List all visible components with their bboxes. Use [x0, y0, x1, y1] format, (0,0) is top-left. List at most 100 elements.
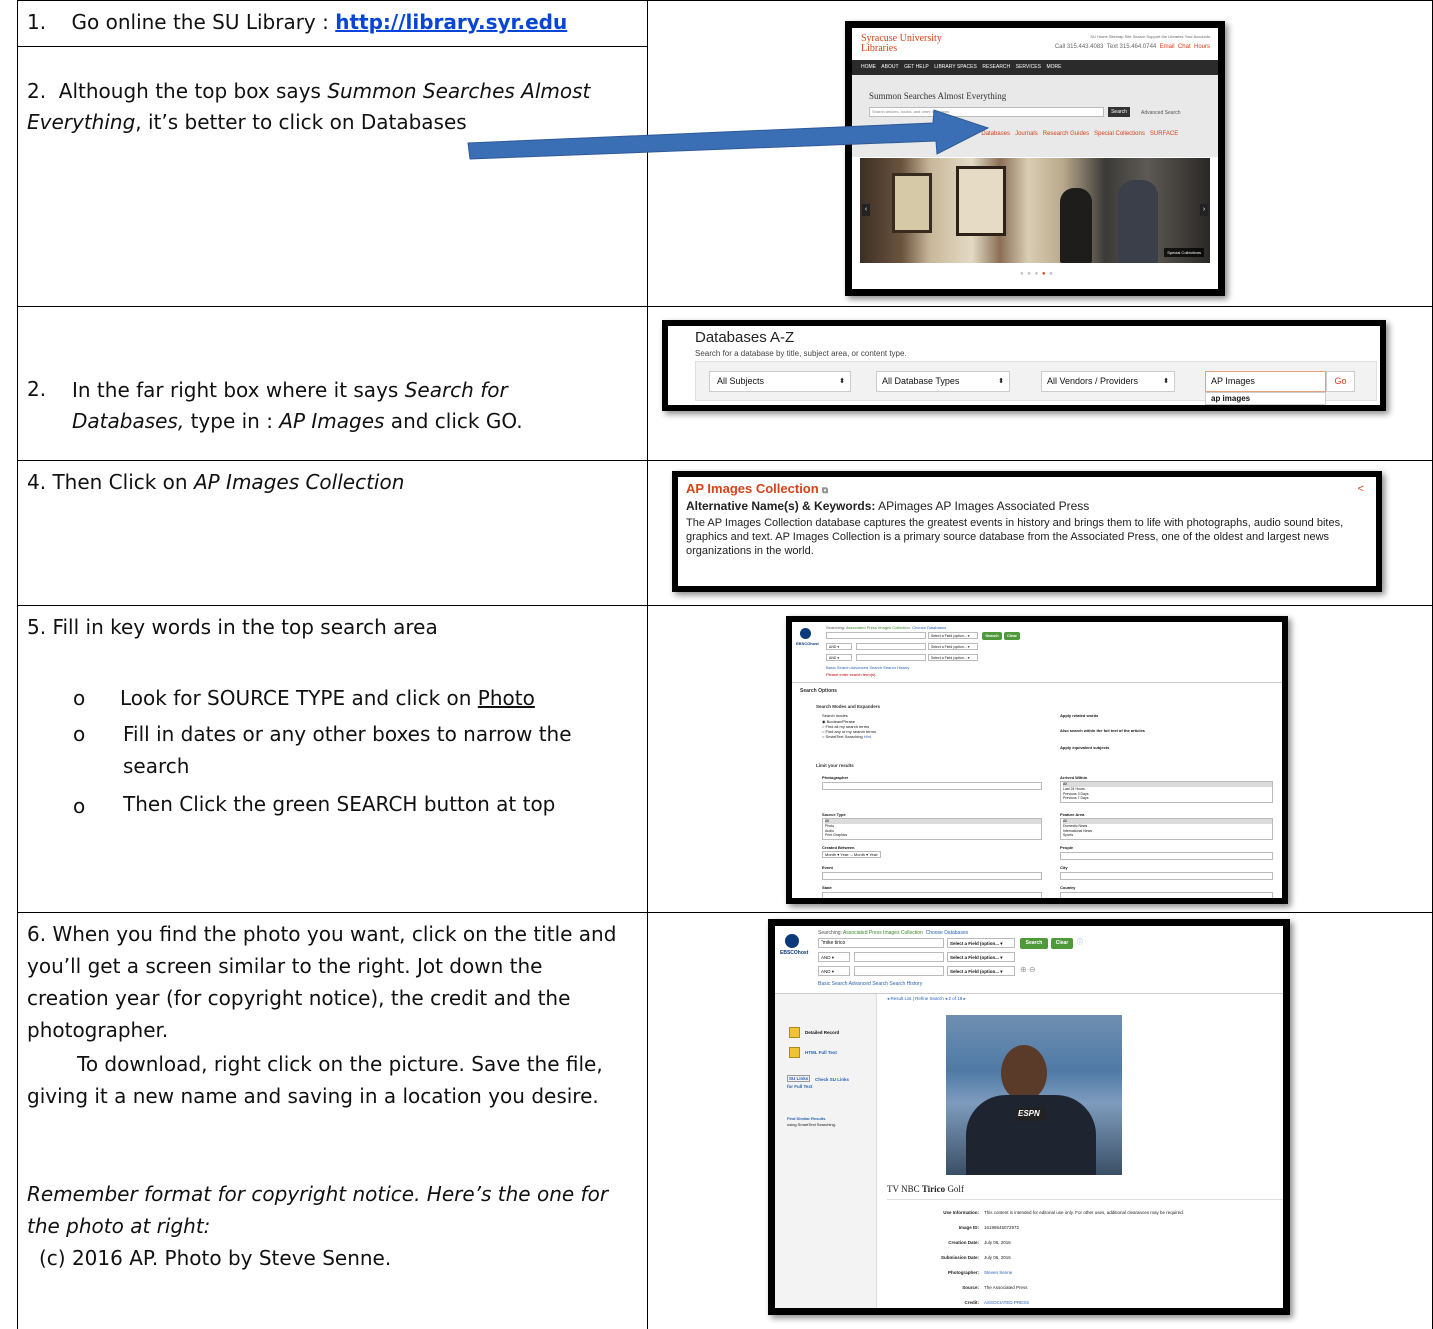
search-button[interactable]: Search: [982, 632, 1002, 640]
city-input[interactable]: [1060, 872, 1273, 880]
clear-button[interactable]: Clear: [1051, 938, 1073, 949]
feature-option[interactable]: Sports: [1063, 833, 1272, 838]
detailed-record-icon[interactable]: [789, 1027, 800, 1038]
source-option[interactable]: Print Graphics: [825, 833, 1041, 838]
field-select-2[interactable]: Select a Field (option... ▾: [928, 643, 978, 650]
record-caption[interactable]: TV NBC Tirico Golf: [887, 1184, 964, 1194]
hours-link[interactable]: Hours: [1194, 44, 1210, 50]
photographer-link[interactable]: Steven Senne: [984, 1270, 1012, 1275]
search-term-3-input[interactable]: [854, 966, 944, 976]
field-select-1[interactable]: Select a Field (option... ▾: [947, 938, 1015, 948]
searching-label: Searching:: [826, 625, 846, 630]
quick-link-partial[interactable]: es: [970, 131, 976, 137]
search-links[interactable]: Basic Search Advanced Search Search Hist…: [826, 665, 909, 670]
country-input[interactable]: [1060, 892, 1273, 898]
html-full-text-link[interactable]: HTML Full Text: [805, 1050, 837, 1055]
add-row-icon[interactable]: ⊕ ⊖: [1020, 965, 1036, 974]
nav-get-help[interactable]: GET HELP: [904, 64, 929, 70]
go-button[interactable]: Go: [1326, 371, 1355, 392]
ap-images-collection-link[interactable]: AP Images Collection ⧉: [686, 481, 828, 496]
research-guides-link[interactable]: Research Guides: [1043, 131, 1089, 137]
source-type-list[interactable]: All Photo Audio Print Graphics: [822, 818, 1042, 840]
bool-select-3-value: AND ▾: [821, 969, 835, 974]
carousel-prev-icon[interactable]: ‹: [862, 204, 870, 216]
search-term-3-input[interactable]: [856, 654, 926, 661]
databases-link[interactable]: Databases: [981, 131, 1010, 137]
subjects-select[interactable]: All Subjects ⬍: [709, 371, 851, 392]
step-6-para-1: 6. When you find the photo you want, cli…: [27, 922, 617, 1042]
choose-databases-link[interactable]: Choose Databases: [912, 625, 946, 630]
vendors-select[interactable]: All Vendors / Providers ⬍: [1041, 371, 1175, 392]
nav-research[interactable]: RESEARCH: [982, 64, 1010, 70]
clear-button[interactable]: Clear: [1004, 632, 1020, 640]
special-collections-badge[interactable]: Special Collections: [1164, 248, 1204, 257]
bool-select-3[interactable]: AND ▾: [818, 966, 850, 976]
nav-about[interactable]: ABOUT: [881, 64, 898, 70]
nav-services[interactable]: SERVICES: [1016, 64, 1041, 70]
autocomplete-suggestion[interactable]: ap images: [1205, 392, 1326, 405]
field-select-2[interactable]: Select a Field (option... ▾: [947, 952, 1015, 962]
special-collections-link[interactable]: Special Collections: [1094, 131, 1145, 137]
database-search-input[interactable]: AP Images: [1205, 371, 1326, 392]
result-nav[interactable]: ◂ Result List | Refine Search ◂ 2 of 19 …: [887, 996, 966, 1002]
search-links[interactable]: Basic Search Advanced Search Search Hist…: [818, 981, 922, 987]
mode-smarttext[interactable]: ○ SmartText Searching Hint: [822, 734, 871, 739]
photographer-input[interactable]: [822, 782, 1042, 790]
detailed-record-link[interactable]: Detailed Record: [805, 1030, 839, 1035]
summon-search-button[interactable]: Search: [1108, 107, 1130, 117]
hint-link[interactable]: Hint: [864, 734, 871, 739]
bullet-icon: o: [73, 794, 86, 818]
step-5-bullet-1: Look for SOURCE TYPE and click on Photo: [120, 684, 535, 713]
top-links[interactable]: SU Home Sitemap Site Search Support the …: [1090, 34, 1210, 39]
created-between-fields[interactable]: Month ▾ Year: – Month ▾ Year:: [822, 851, 882, 858]
feature-area-list[interactable]: All Domestic News International News Spo…: [1060, 818, 1273, 840]
choose-databases-link[interactable]: Choose Databases: [926, 930, 969, 936]
credit-label: Credit:: [964, 1300, 980, 1305]
contact-line: Call 315.443.4083 Text 315.464.0744 Emai…: [1055, 44, 1210, 50]
carousel-next-icon[interactable]: ›: [1200, 204, 1208, 216]
credit-link[interactable]: ASSOCIATED PRESS: [984, 1300, 1029, 1305]
su-links-image[interactable]: SU Links: [787, 1075, 811, 1082]
search-button[interactable]: Search: [1020, 938, 1048, 949]
people-input[interactable]: [1060, 852, 1273, 860]
nav-more[interactable]: MORE: [1047, 64, 1062, 70]
html-full-text-icon[interactable]: [789, 1047, 800, 1058]
arrived-option[interactable]: Previous 7 Days: [1063, 796, 1272, 801]
database-types-select[interactable]: All Database Types ⬍: [876, 371, 1010, 392]
field-select-1-value: Select a Field (option... ▾: [931, 634, 970, 638]
search-term-2-input[interactable]: [854, 952, 944, 962]
image-id-value: 16198645072972: [984, 1225, 1020, 1230]
search-term-2-input[interactable]: [856, 643, 926, 650]
search-term-1-input[interactable]: "mike tirico: [818, 938, 944, 948]
field-select-3[interactable]: Select a Field (option... ▾: [928, 654, 978, 661]
row-divider: [17, 460, 1433, 461]
surface-link[interactable]: SURFACE: [1150, 131, 1178, 137]
ebsco-logo-icon: [785, 934, 799, 948]
help-icon[interactable]: ⓘ: [1077, 937, 1083, 946]
share-icon[interactable]: <: [1358, 483, 1364, 495]
step-1-label: 1. Go online the SU Library :: [27, 10, 336, 34]
nav-home[interactable]: HOME: [861, 64, 876, 70]
record-photo[interactable]: ESPN: [946, 1015, 1122, 1175]
nav-library-spaces[interactable]: LIBRARY SPACES: [934, 64, 977, 70]
email-link[interactable]: Email: [1160, 44, 1175, 50]
photographer-label: Photographer:: [948, 1270, 979, 1275]
state-input[interactable]: [822, 892, 1042, 898]
find-similar-link[interactable]: Find Similar Results: [787, 1116, 825, 1121]
advanced-search-link[interactable]: Advanced Search: [1141, 110, 1180, 116]
journals-link[interactable]: Journals: [1015, 131, 1038, 137]
carousel-dots[interactable]: ● ● ● ● ●: [1020, 271, 1054, 277]
check-su-links[interactable]: Check SU Links: [815, 1077, 849, 1082]
arrived-within-list[interactable]: All Last 24 Hours Previous 3 Days Previo…: [1060, 781, 1273, 803]
bool-select-2[interactable]: AND ▾: [826, 643, 852, 650]
field-select-3[interactable]: Select a Field (option... ▾: [947, 966, 1015, 976]
main-nav: HOME ABOUT GET HELP LIBRARY SPACES RESEA…: [861, 64, 1062, 70]
event-input[interactable]: [822, 872, 1042, 880]
for-full-text[interactable]: for Full Text: [787, 1084, 812, 1089]
field-select-1[interactable]: Select a Field (option... ▾: [928, 632, 978, 639]
library-link[interactable]: http://library.syr.edu: [335, 10, 567, 34]
search-term-1-input[interactable]: [826, 632, 926, 639]
chat-link[interactable]: Chat: [1178, 44, 1191, 50]
bool-select-2[interactable]: AND ▾: [818, 952, 850, 962]
bool-select-3[interactable]: AND ▾: [826, 654, 852, 661]
